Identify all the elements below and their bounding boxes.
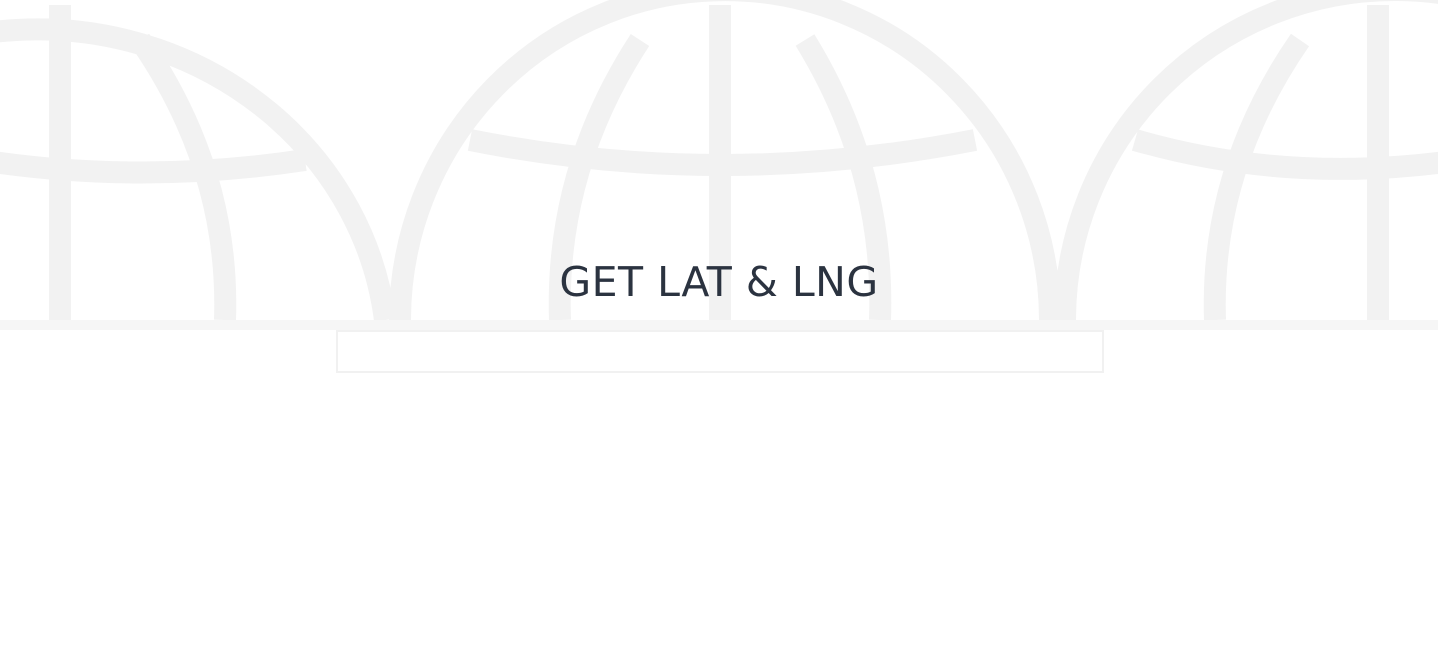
address-search-input[interactable] — [336, 330, 1104, 373]
page-title: GET LAT & LNG — [559, 258, 879, 306]
hero-section: GET LAT & LNG — [0, 0, 1438, 650]
globe-pattern-background — [0, 0, 1438, 330]
